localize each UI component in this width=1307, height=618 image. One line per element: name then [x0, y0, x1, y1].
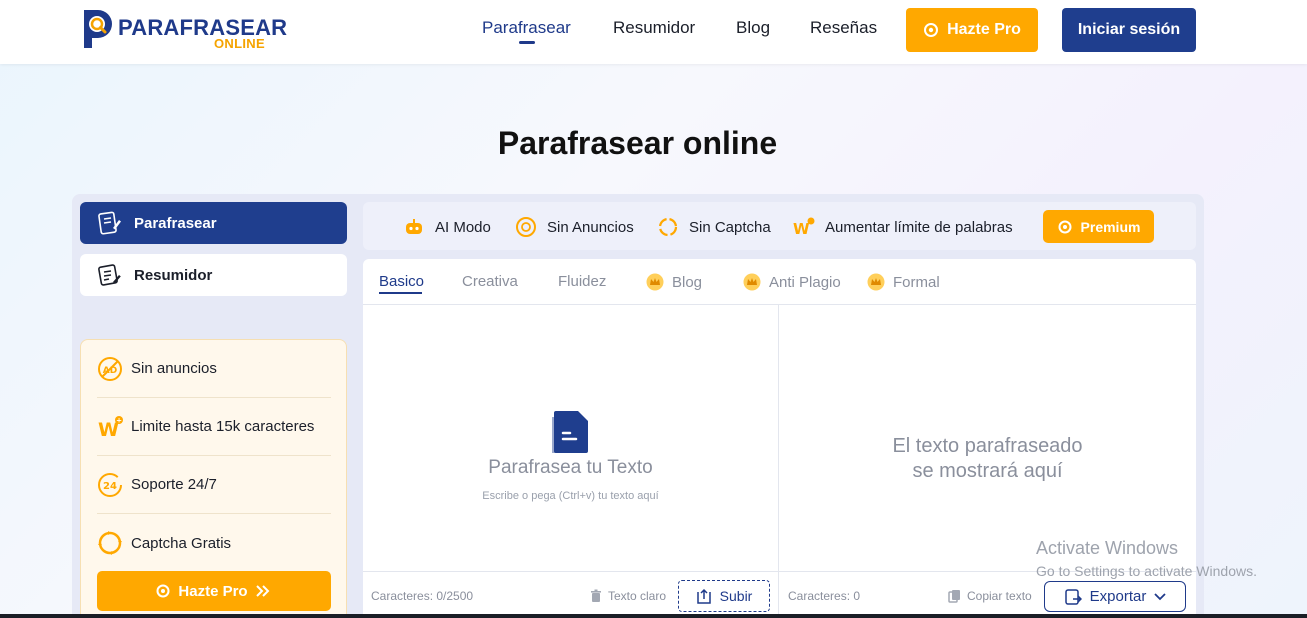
nav-resumidor[interactable]: Resumidor — [613, 18, 695, 38]
upload-label: Subir — [719, 588, 753, 604]
nav-resenas[interactable]: Reseñas — [810, 18, 877, 38]
premium-label: Premium — [1080, 218, 1141, 235]
mode-active-indicator — [379, 292, 422, 294]
robot-icon — [406, 219, 422, 234]
svg-text:W: W — [793, 220, 810, 238]
input-placeholder-subtitle[interactable]: Escribe o pega (Ctrl+v) tu texto aquí — [363, 490, 778, 502]
login-button[interactable]: Iniciar sesión — [1062, 8, 1196, 52]
logo-subtext: ONLINE — [214, 36, 265, 51]
export-button[interactable]: Exportar — [1044, 581, 1186, 612]
sidebar-tab-label: Parafrasear — [134, 214, 217, 232]
input-placeholder-title[interactable]: Parafrasea tu Texto — [363, 457, 778, 479]
premium-features-bar: AI Modo Sin Anuncios Sin Captcha W Aumen… — [363, 202, 1196, 250]
trash-icon — [591, 589, 601, 602]
tab-label: Anti Plagio — [769, 273, 841, 291]
tab-anti-plagio[interactable]: Anti Plagio — [743, 273, 841, 291]
benefit-label: Soporte 24/7 — [131, 476, 217, 493]
benefit-label: Limite hasta 15k caracteres — [131, 418, 315, 435]
feature-label: Sin Anuncios — [547, 218, 634, 236]
captcha-icon — [98, 531, 122, 555]
tab-formal[interactable]: Formal — [867, 273, 940, 291]
output-placeholder-line2: se mostrará aquí — [912, 460, 1063, 482]
tab-blog[interactable]: Blog — [646, 273, 702, 291]
chevron-down-icon — [1154, 592, 1166, 600]
pro-benefits-box: AD Sin anuncios W + Limite hasta 15k car… — [80, 339, 347, 618]
windows-activation-subtitle: Go to Settings to activate Windows. — [1036, 563, 1257, 579]
export-label: Exportar — [1089, 588, 1147, 605]
windows-activation-title: Activate Windows — [1036, 538, 1179, 558]
tab-basico[interactable]: Basico — [379, 273, 424, 290]
upload-icon — [696, 588, 711, 604]
document-icon[interactable] — [550, 409, 590, 455]
tab-creativa[interactable]: Creativa — [462, 273, 518, 290]
output-placeholder: El texto parafraseado se mostrará aquí — [779, 434, 1196, 484]
taskbar-edge — [0, 614, 1307, 618]
no-ads-icon: AD — [98, 356, 122, 381]
nav-active-indicator — [519, 41, 535, 44]
nav-parafrasear[interactable]: Parafrasear — [482, 18, 571, 38]
hazte-pro-label: Hazte Pro — [947, 21, 1021, 38]
copy-text-label: Copiar texto — [967, 589, 1032, 603]
benefit-support: 24 Soporte 24/7 — [97, 456, 331, 514]
no-ads-icon — [516, 217, 536, 237]
feature-label: Aumentar límite de palabras — [825, 218, 1013, 236]
copy-icon — [948, 590, 960, 603]
svg-text:+: + — [116, 416, 122, 424]
top-header: PARAFRASEAR ONLINE Parafrasear Resumidor… — [0, 0, 1307, 64]
paraphrase-icon — [98, 211, 121, 235]
feature-label: AI Modo — [435, 218, 491, 236]
clear-text-label: Texto claro — [608, 589, 667, 603]
tab-label: Formal — [893, 273, 940, 291]
gear-icon — [1058, 220, 1072, 233]
feature-no-ads: Sin Anuncios — [515, 216, 634, 238]
benefit-limit: W + Limite hasta 15k caracteres — [97, 398, 331, 456]
crown-icon — [743, 273, 761, 291]
logo-icon — [84, 10, 112, 48]
feature-word-limit: W Aumentar límite de palabras — [793, 216, 1013, 238]
word-limit-icon: W + — [98, 415, 123, 440]
tab-fluidez[interactable]: Fluidez — [558, 273, 606, 290]
sidebar-tab-label: Resumidor — [134, 266, 213, 284]
support-24-icon: 24 — [98, 472, 122, 497]
benefit-captcha: Captcha Gratis — [97, 514, 331, 572]
page-title: Parafrasear online — [497, 125, 778, 161]
copy-text-button[interactable]: Copiar texto — [948, 589, 1032, 603]
nav-blog[interactable]: Blog — [736, 18, 770, 38]
summarizer-icon — [98, 264, 121, 286]
tab-label: Blog — [672, 273, 703, 291]
mode-tabs: Basico Creativa Fluidez Blog Anti Plagio… — [363, 259, 1196, 305]
svg-text:24: 24 — [103, 481, 117, 492]
sidebar-tab-resumidor[interactable]: Resumidor — [80, 254, 347, 296]
captcha-icon — [658, 217, 678, 237]
hazte-pro-button[interactable]: Hazte Pro — [906, 8, 1038, 52]
export-icon — [1064, 588, 1082, 605]
benefit-label: Captcha Gratis — [131, 534, 232, 552]
sidebar-tab-parafrasear[interactable]: Parafrasear — [80, 202, 347, 244]
clear-text-button[interactable]: Texto claro — [589, 589, 666, 603]
output-placeholder-line1: El texto parafraseado — [892, 435, 1083, 457]
feature-label: Sin Captcha — [689, 218, 771, 236]
premium-button[interactable]: Premium — [1043, 210, 1154, 243]
promo-button-label: Hazte Pro — [178, 582, 248, 600]
crown-icon — [646, 273, 664, 291]
feature-no-captcha: Sin Captcha — [657, 216, 771, 238]
benefit-no-ads: AD Sin anuncios — [97, 340, 331, 398]
double-chevron-right-icon — [255, 585, 270, 597]
word-limit-icon: W — [793, 217, 815, 238]
upload-button[interactable]: Subir — [678, 580, 770, 612]
gear-icon — [156, 584, 170, 598]
input-char-count: Caracteres: 0/2500 — [371, 589, 474, 603]
feature-ai-mode: AI Modo — [403, 216, 491, 238]
crown-icon — [867, 273, 885, 291]
output-char-count: Caracteres: 0 — [788, 589, 861, 603]
logo[interactable]: PARAFRASEAR ONLINE — [80, 8, 287, 52]
promo-hazte-pro-button[interactable]: Hazte Pro — [97, 571, 331, 611]
login-label: Iniciar sesión — [1077, 21, 1181, 38]
benefit-label: Sin anuncios — [131, 360, 217, 377]
gear-icon — [924, 23, 939, 37]
